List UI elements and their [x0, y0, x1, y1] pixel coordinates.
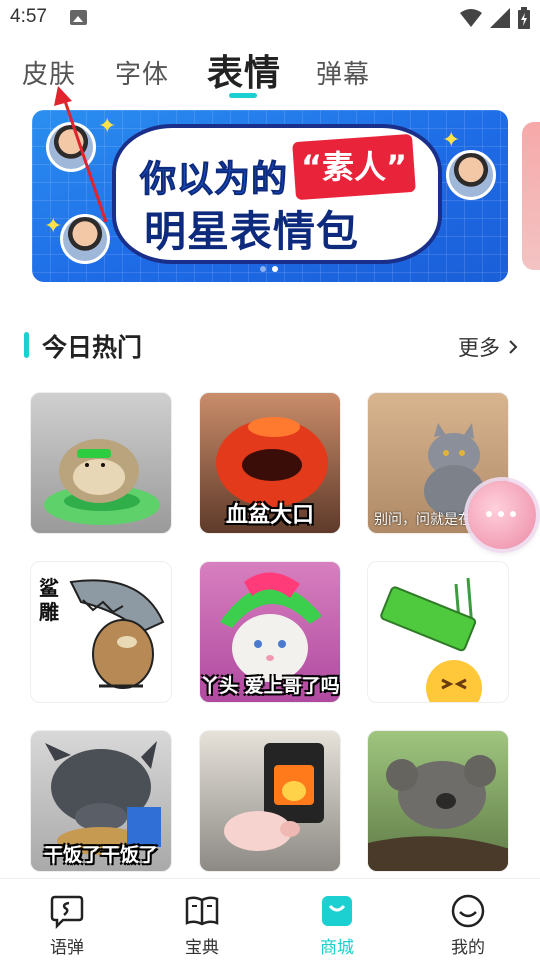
more-dots-icon: [486, 511, 516, 517]
nav-label: 宝典: [185, 938, 219, 958]
smile-face-icon: [451, 894, 485, 928]
battery-icon: [518, 7, 530, 29]
banner-pager: [260, 266, 278, 272]
next-banner-peek[interactable]: [522, 122, 540, 270]
sticker-tile-rainbow-cat[interactable]: 丫头 爱上哥了吗: [199, 561, 341, 703]
tab-indicator: [229, 93, 257, 98]
sticker-tile-battery-emoji[interactable]: [367, 561, 509, 703]
sticker-caption: 干饭了干饭了: [43, 844, 158, 866]
sticker-tile-pig-eating[interactable]: 干饭了干饭了: [30, 730, 172, 872]
more-link[interactable]: 更多: [458, 332, 518, 362]
status-time: 4:57: [10, 6, 47, 27]
tab-skin[interactable]: 皮肤: [22, 54, 76, 91]
section-title: 今日热门: [42, 333, 143, 362]
chat-bubble-icon: [50, 895, 84, 929]
hedgehog-image: [44, 439, 160, 525]
celebrity-face-image: [446, 150, 496, 200]
nav-item-mine[interactable]: 我的: [418, 893, 518, 958]
celebrity-face-image: [46, 122, 96, 172]
nav-item-shop[interactable]: 商城: [287, 893, 387, 958]
nav-label: 我的: [451, 938, 485, 958]
sticker-tile-hedgehog[interactable]: [30, 392, 172, 534]
sleeping-koala-image: [368, 755, 508, 871]
sticker-caption: 丫头 爱上哥了吗: [200, 675, 340, 697]
nav-item-yudan[interactable]: 语弹: [17, 893, 117, 958]
promo-banner[interactable]: ✦ ✦ ✦ 你以为的 “素人” 明星表情包: [32, 110, 508, 282]
tab-barrage[interactable]: 弹幕: [316, 54, 370, 91]
status-bar: 4:57: [0, 0, 540, 36]
pager-dot: [260, 266, 266, 272]
sticker-caption: 血盆大口: [225, 503, 314, 528]
top-tabs: 皮肤 字体 表情 弹幕: [0, 40, 540, 106]
banner-title-line2: 明星表情包: [144, 207, 360, 256]
banner-highlight-text: “素人”: [300, 148, 408, 186]
pager-dot-active: [272, 266, 278, 272]
star-icon: ✦: [442, 128, 461, 153]
more-label: 更多: [458, 336, 500, 360]
sticker-tile-red-mouth[interactable]: 血盆大口: [199, 392, 341, 534]
bottom-nav: 语弹 宝典 商城 我的: [0, 878, 540, 960]
shop-bag-icon: [322, 896, 352, 926]
tab-sticker[interactable]: 表情: [207, 44, 281, 96]
sticker-tile-piglet-fireplace[interactable]: [199, 730, 341, 872]
tab-font[interactable]: 字体: [115, 54, 169, 91]
sticker-vertical-text: 鲨雕: [39, 576, 59, 624]
nav-item-baodian[interactable]: 宝典: [152, 893, 252, 958]
banner-title-line1: 你以为的: [139, 159, 289, 201]
celebrity-face-image: [60, 214, 110, 264]
floating-assistant-button[interactable]: [468, 481, 536, 549]
signal-icon: [490, 8, 510, 28]
star-icon: ✦: [98, 114, 117, 139]
nav-label: 语弹: [50, 938, 84, 958]
nav-label: 商城: [320, 938, 354, 958]
sticker-tile-koala[interactable]: [367, 730, 509, 872]
chevron-right-icon: [509, 340, 518, 354]
sticker-tile-shark-owl[interactable]: 鲨雕: [30, 561, 172, 703]
book-icon: [185, 896, 219, 926]
piglet-fireplace-image: [224, 743, 324, 851]
tired-battery-emoji-image: [380, 577, 482, 702]
wifi-icon: [460, 9, 482, 27]
status-indicators: [460, 7, 530, 29]
section-accent-bar: [24, 332, 29, 358]
image-notification-icon: [70, 10, 87, 25]
